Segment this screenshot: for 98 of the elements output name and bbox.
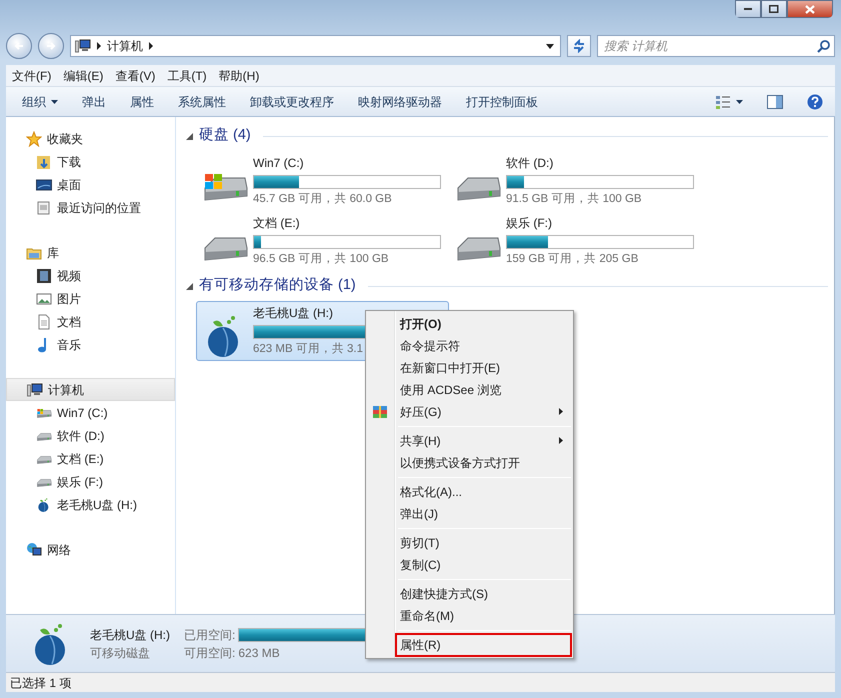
search-field[interactable]: 搜索 计算机 xyxy=(597,35,835,57)
help-icon xyxy=(807,94,823,110)
menu-item[interactable]: 以便携式设备方式打开 xyxy=(368,452,571,474)
nav-item[interactable]: 文档 (E:) xyxy=(6,447,175,470)
drive-name: 娱乐 (F:) xyxy=(506,215,552,232)
toolbar-button[interactable]: 映射网络驱动器 xyxy=(346,90,454,114)
close-button[interactable] xyxy=(787,0,833,18)
breadcrumb-item[interactable]: 计算机 xyxy=(107,37,143,55)
toolbar-button[interactable]: 弹出 xyxy=(70,90,118,114)
menu-item[interactable]: 使用 ACDSee 浏览 xyxy=(368,379,571,401)
maximize-icon xyxy=(769,5,779,13)
chevron-icon xyxy=(96,42,102,50)
menu-item[interactable]: 共享(H) xyxy=(368,430,571,452)
forward-arrow-icon xyxy=(45,40,57,52)
menu-item[interactable]: 帮助(H) xyxy=(212,66,266,84)
menu-item[interactable]: 编辑(E) xyxy=(57,66,110,84)
toolbar-button[interactable]: 系统属性 xyxy=(166,90,238,114)
back-arrow-icon xyxy=(13,40,25,52)
menu-item[interactable]: 查看(V) xyxy=(109,66,162,84)
back-button[interactable] xyxy=(6,33,32,59)
device-name: 老毛桃U盘 (H:) xyxy=(90,626,170,644)
free-space-text: 623 MB 可用，共 3.1 xyxy=(253,342,364,357)
drive-tile[interactable]: 文档 (E:) 96.5 GB 可用，共 100 GB xyxy=(196,211,449,271)
minimize-button[interactable] xyxy=(735,0,761,18)
archive-icon xyxy=(372,404,388,420)
folder-download-icon xyxy=(36,154,52,170)
submenu-arrow-icon xyxy=(559,437,563,444)
device-type: 可移动磁盘 xyxy=(90,644,151,662)
nav-item[interactable]: 图片 xyxy=(6,287,175,310)
close-icon xyxy=(805,4,815,14)
film-icon xyxy=(36,268,52,284)
computer-icon xyxy=(75,38,91,54)
nav-item[interactable]: 下载 xyxy=(6,150,175,173)
preview-pane-icon xyxy=(767,94,783,108)
document-icon xyxy=(36,314,52,330)
computer-icon xyxy=(27,382,43,398)
nav-item[interactable]: 最近访问的位置 xyxy=(6,196,175,219)
menu-item[interactable]: 剪切(T) xyxy=(368,532,571,554)
minimize-icon xyxy=(744,8,752,10)
section-heading[interactable]: 硬盘 (4) xyxy=(199,125,251,147)
nav-item[interactable]: 娱乐 (F:) xyxy=(6,470,175,493)
free-space-value: 623 MB xyxy=(238,644,280,662)
menu-item[interactable]: 好压(G) xyxy=(368,401,571,423)
nav-item[interactable]: 桌面 xyxy=(6,173,175,196)
picture-icon xyxy=(36,290,52,306)
forward-button[interactable] xyxy=(38,33,64,59)
status-text: 已选择 1 项 xyxy=(10,674,72,692)
menu-item[interactable]: 文件(F) xyxy=(6,66,58,84)
menu-item[interactable]: 创建快捷方式(S) xyxy=(368,583,571,605)
caret-icon xyxy=(51,100,58,104)
nav-item[interactable]: 库 xyxy=(6,241,175,264)
free-space-text: 159 GB 可用，共 205 GB xyxy=(506,252,638,267)
free-space-text: 45.7 GB 可用，共 60.0 GB xyxy=(253,192,392,207)
submenu-arrow-icon xyxy=(559,408,563,415)
network-icon xyxy=(26,542,42,558)
menu-item[interactable]: 重命名(M) xyxy=(368,605,571,627)
search-icon xyxy=(817,40,830,52)
refresh-arrows-icon xyxy=(572,39,586,53)
free-space-text: 96.5 GB 可用，共 100 GB xyxy=(253,252,389,267)
drive-name: 软件 (D:) xyxy=(506,155,554,172)
nav-item[interactable]: 网络 xyxy=(6,538,175,561)
drive-name: 文档 (E:) xyxy=(253,215,300,232)
nav-item[interactable]: 软件 (D:) xyxy=(6,424,175,447)
menu-item[interactable]: 工具(T) xyxy=(161,66,213,84)
drive-tile[interactable]: Win7 (C:) 45.7 GB 可用，共 60.0 GB xyxy=(196,151,449,211)
recent-places-icon xyxy=(36,200,52,216)
nav-item[interactable]: 计算机 xyxy=(6,378,175,401)
address-field[interactable]: 计算机 xyxy=(70,35,561,57)
drive-name: Win7 (C:) xyxy=(253,155,304,172)
toolbar-button[interactable]: 打开控制面板 xyxy=(454,90,550,114)
chevron-icon xyxy=(148,42,154,50)
toolbar-button[interactable]: 卸载或更改程序 xyxy=(238,90,346,114)
menu-item[interactable]: 复制(C) xyxy=(368,554,571,576)
refresh-button[interactable] xyxy=(567,35,591,57)
desktop-icon xyxy=(36,176,52,192)
drive-tile[interactable]: 软件 (D:) 91.5 GB 可用，共 100 GB xyxy=(449,151,702,211)
star-icon xyxy=(26,130,42,146)
menu-item[interactable]: 格式化(A)... xyxy=(368,481,571,503)
nav-item[interactable]: Win7 (C:) xyxy=(6,401,175,424)
nav-item[interactable]: 音乐 xyxy=(6,333,175,356)
menu-item[interactable]: 属性(R) xyxy=(396,634,571,656)
drive-name: 老毛桃U盘 (H:) xyxy=(253,305,333,322)
nav-item[interactable]: 收藏夹 xyxy=(6,127,175,150)
maximize-button[interactable] xyxy=(761,0,787,18)
nav-item[interactable]: 老毛桃U盘 (H:) xyxy=(6,493,175,516)
used-space-label: 已用空间: xyxy=(184,626,236,644)
drive-tile[interactable]: 娱乐 (F:) 159 GB 可用，共 205 GB xyxy=(449,211,702,271)
nav-item[interactable]: 视频 xyxy=(6,264,175,287)
free-space-label: 可用空间: xyxy=(184,644,236,662)
nav-item[interactable]: 文档 xyxy=(6,310,175,333)
toolbar-button[interactable]: 属性 xyxy=(118,90,166,114)
free-space-text: 91.5 GB 可用，共 100 GB xyxy=(506,192,642,207)
menu-item[interactable]: 弹出(J) xyxy=(368,503,571,525)
section-heading[interactable]: 有可移动存储的设备 (1) xyxy=(199,275,356,297)
toolbar-button[interactable]: 组织 xyxy=(10,90,70,114)
view-list-icon xyxy=(715,94,731,110)
dropdown-caret-icon xyxy=(546,44,554,48)
caret-icon xyxy=(736,100,743,104)
